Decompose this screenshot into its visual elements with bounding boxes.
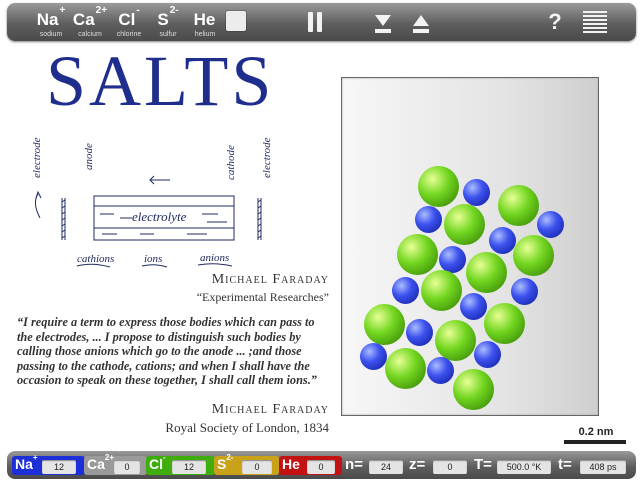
temperature-value: 500.0 °K [497, 460, 551, 474]
heat-up-button[interactable] [407, 8, 435, 36]
arrow-down-icon [375, 15, 391, 33]
ion-symbol: Ca [87, 456, 105, 472]
sodium-atom[interactable] [536, 210, 564, 238]
ion-count-sodium[interactable]: Na+ 12 [12, 453, 85, 475]
cool-down-button[interactable] [369, 8, 397, 36]
ion-symbol: Cl [118, 10, 136, 29]
sodium-atom[interactable] [359, 342, 387, 370]
ion-name: chlorine [116, 31, 142, 38]
ion-symbol: He [193, 10, 216, 29]
n-label: n= [345, 456, 363, 473]
sketch-label-electrode-right: electrode [261, 137, 272, 178]
citation-work: “Experimental Researches” [196, 290, 329, 304]
sketch-label-anode: anode [83, 143, 95, 170]
z-value: 0 [433, 460, 467, 474]
pause-button[interactable] [301, 8, 329, 36]
chloride-atom[interactable] [420, 269, 462, 311]
scale-label: 0.2 nm [578, 426, 614, 438]
sketch-label-cathode: cathode [225, 145, 237, 180]
sodium-atom[interactable] [510, 277, 538, 305]
ion-charge: 2- [226, 453, 234, 462]
ion-symbol: Na [15, 456, 33, 472]
ion-count-sulfur[interactable]: S2- 0 [214, 453, 279, 475]
chloride-atom[interactable] [497, 184, 539, 226]
ion-count-helium[interactable]: He 0 [279, 456, 342, 475]
ion-count-value: 0 [114, 460, 140, 474]
ion-symbol: S [157, 10, 169, 29]
ion-count-value: 0 [307, 460, 335, 474]
ion-name: helium [194, 31, 216, 38]
ion-symbol: Na [36, 10, 59, 29]
ion-symbol: S [217, 456, 227, 472]
ion-charge: - [163, 453, 166, 462]
ion-count-calcium[interactable]: Ca2+ 0 [84, 453, 147, 475]
temperature-label: T= [474, 456, 492, 473]
chloride-atom[interactable] [465, 251, 507, 293]
stop-button[interactable] [223, 8, 251, 36]
ion-count-value: 0 [242, 460, 272, 474]
ion-button-sodium[interactable]: Na+ sodium [31, 5, 71, 39]
time-label: t= [558, 456, 572, 473]
ion-button-chlorine[interactable]: Cl- chlorine [109, 5, 149, 39]
ion-button-sulfur[interactable]: S2- sulfur [148, 5, 188, 39]
chloride-atom[interactable] [363, 303, 405, 345]
arrow-up-icon [413, 15, 429, 33]
ion-symbol: He [282, 456, 300, 472]
ion-count-chlorine[interactable]: Cl- 12 [146, 453, 215, 475]
citation-source: Royal Society of London, 1834 [165, 420, 329, 435]
ion-symbol: Cl [149, 456, 163, 472]
sodium-atom[interactable] [438, 245, 466, 273]
citation-author: Michael Faraday [211, 272, 329, 287]
sodium-atom[interactable] [473, 340, 501, 368]
ion-charge: 2+ [104, 453, 115, 462]
ion-charge: 2- [169, 5, 179, 16]
ion-charge: + [59, 5, 66, 16]
sodium-atom[interactable] [462, 178, 490, 206]
chloride-atom[interactable] [483, 302, 525, 344]
chloride-atom[interactable] [417, 165, 459, 207]
time-value: 408 ps [580, 460, 626, 474]
ion-charge: - [136, 5, 140, 16]
sketch-label-cathions: cathions [77, 253, 114, 265]
z-label: z= [409, 456, 426, 473]
sodium-atom[interactable] [426, 356, 454, 384]
ion-button-helium[interactable]: He helium [185, 5, 225, 39]
faraday-quote: “I require a term to express those bodie… [17, 315, 317, 388]
ion-button-calcium[interactable]: Ca2+ calcium [70, 5, 110, 39]
scale-bar [564, 440, 626, 444]
sodium-atom[interactable] [414, 205, 442, 233]
faraday-electrolysis-sketch: electrode anode cathode electrode electr… [31, 137, 272, 268]
ion-name: calcium [78, 31, 102, 38]
ion-charge: 2+ [95, 5, 108, 16]
sodium-atom[interactable] [405, 318, 433, 346]
citation-author-2: Michael Faraday [211, 402, 329, 417]
ion-count-value: 12 [172, 460, 206, 474]
chloride-atom[interactable] [434, 319, 476, 361]
sodium-atom[interactable] [391, 276, 419, 304]
chloride-atom[interactable] [384, 347, 426, 389]
chloride-atom[interactable] [512, 234, 554, 276]
ion-name: sodium [39, 31, 63, 38]
sketch-label-ions: ions [144, 253, 162, 265]
chloride-atom[interactable] [443, 203, 485, 245]
ion-charge: + [32, 453, 38, 462]
chloride-atom[interactable] [396, 233, 438, 275]
sodium-atom[interactable] [488, 226, 516, 254]
help-button[interactable]: ? [541, 8, 569, 36]
sodium-atom[interactable] [459, 292, 487, 320]
ion-name: sulfur [159, 31, 177, 38]
stop-icon [226, 11, 246, 31]
menu-icon[interactable] [581, 8, 609, 36]
top-toolbar: Na+ sodium Ca2+ calcium Cl- chlorine S2-… [7, 3, 636, 41]
chloride-atom[interactable] [452, 368, 494, 410]
page-title: SALTS [46, 41, 275, 121]
n-value: 24 [369, 460, 403, 474]
sketch-label-electrolyte: electrolyte [132, 209, 187, 224]
ion-count-value: 12 [42, 460, 76, 474]
ion-symbol: Ca [72, 10, 95, 29]
sketch-label-electrode-left: electrode [31, 137, 43, 178]
bottom-status-bar: Na+ 12 Ca2+ 0 Cl- 12 S2- 0 He 0 n= 24 z=… [7, 451, 636, 479]
sketch-label-anions: anions [200, 252, 229, 264]
